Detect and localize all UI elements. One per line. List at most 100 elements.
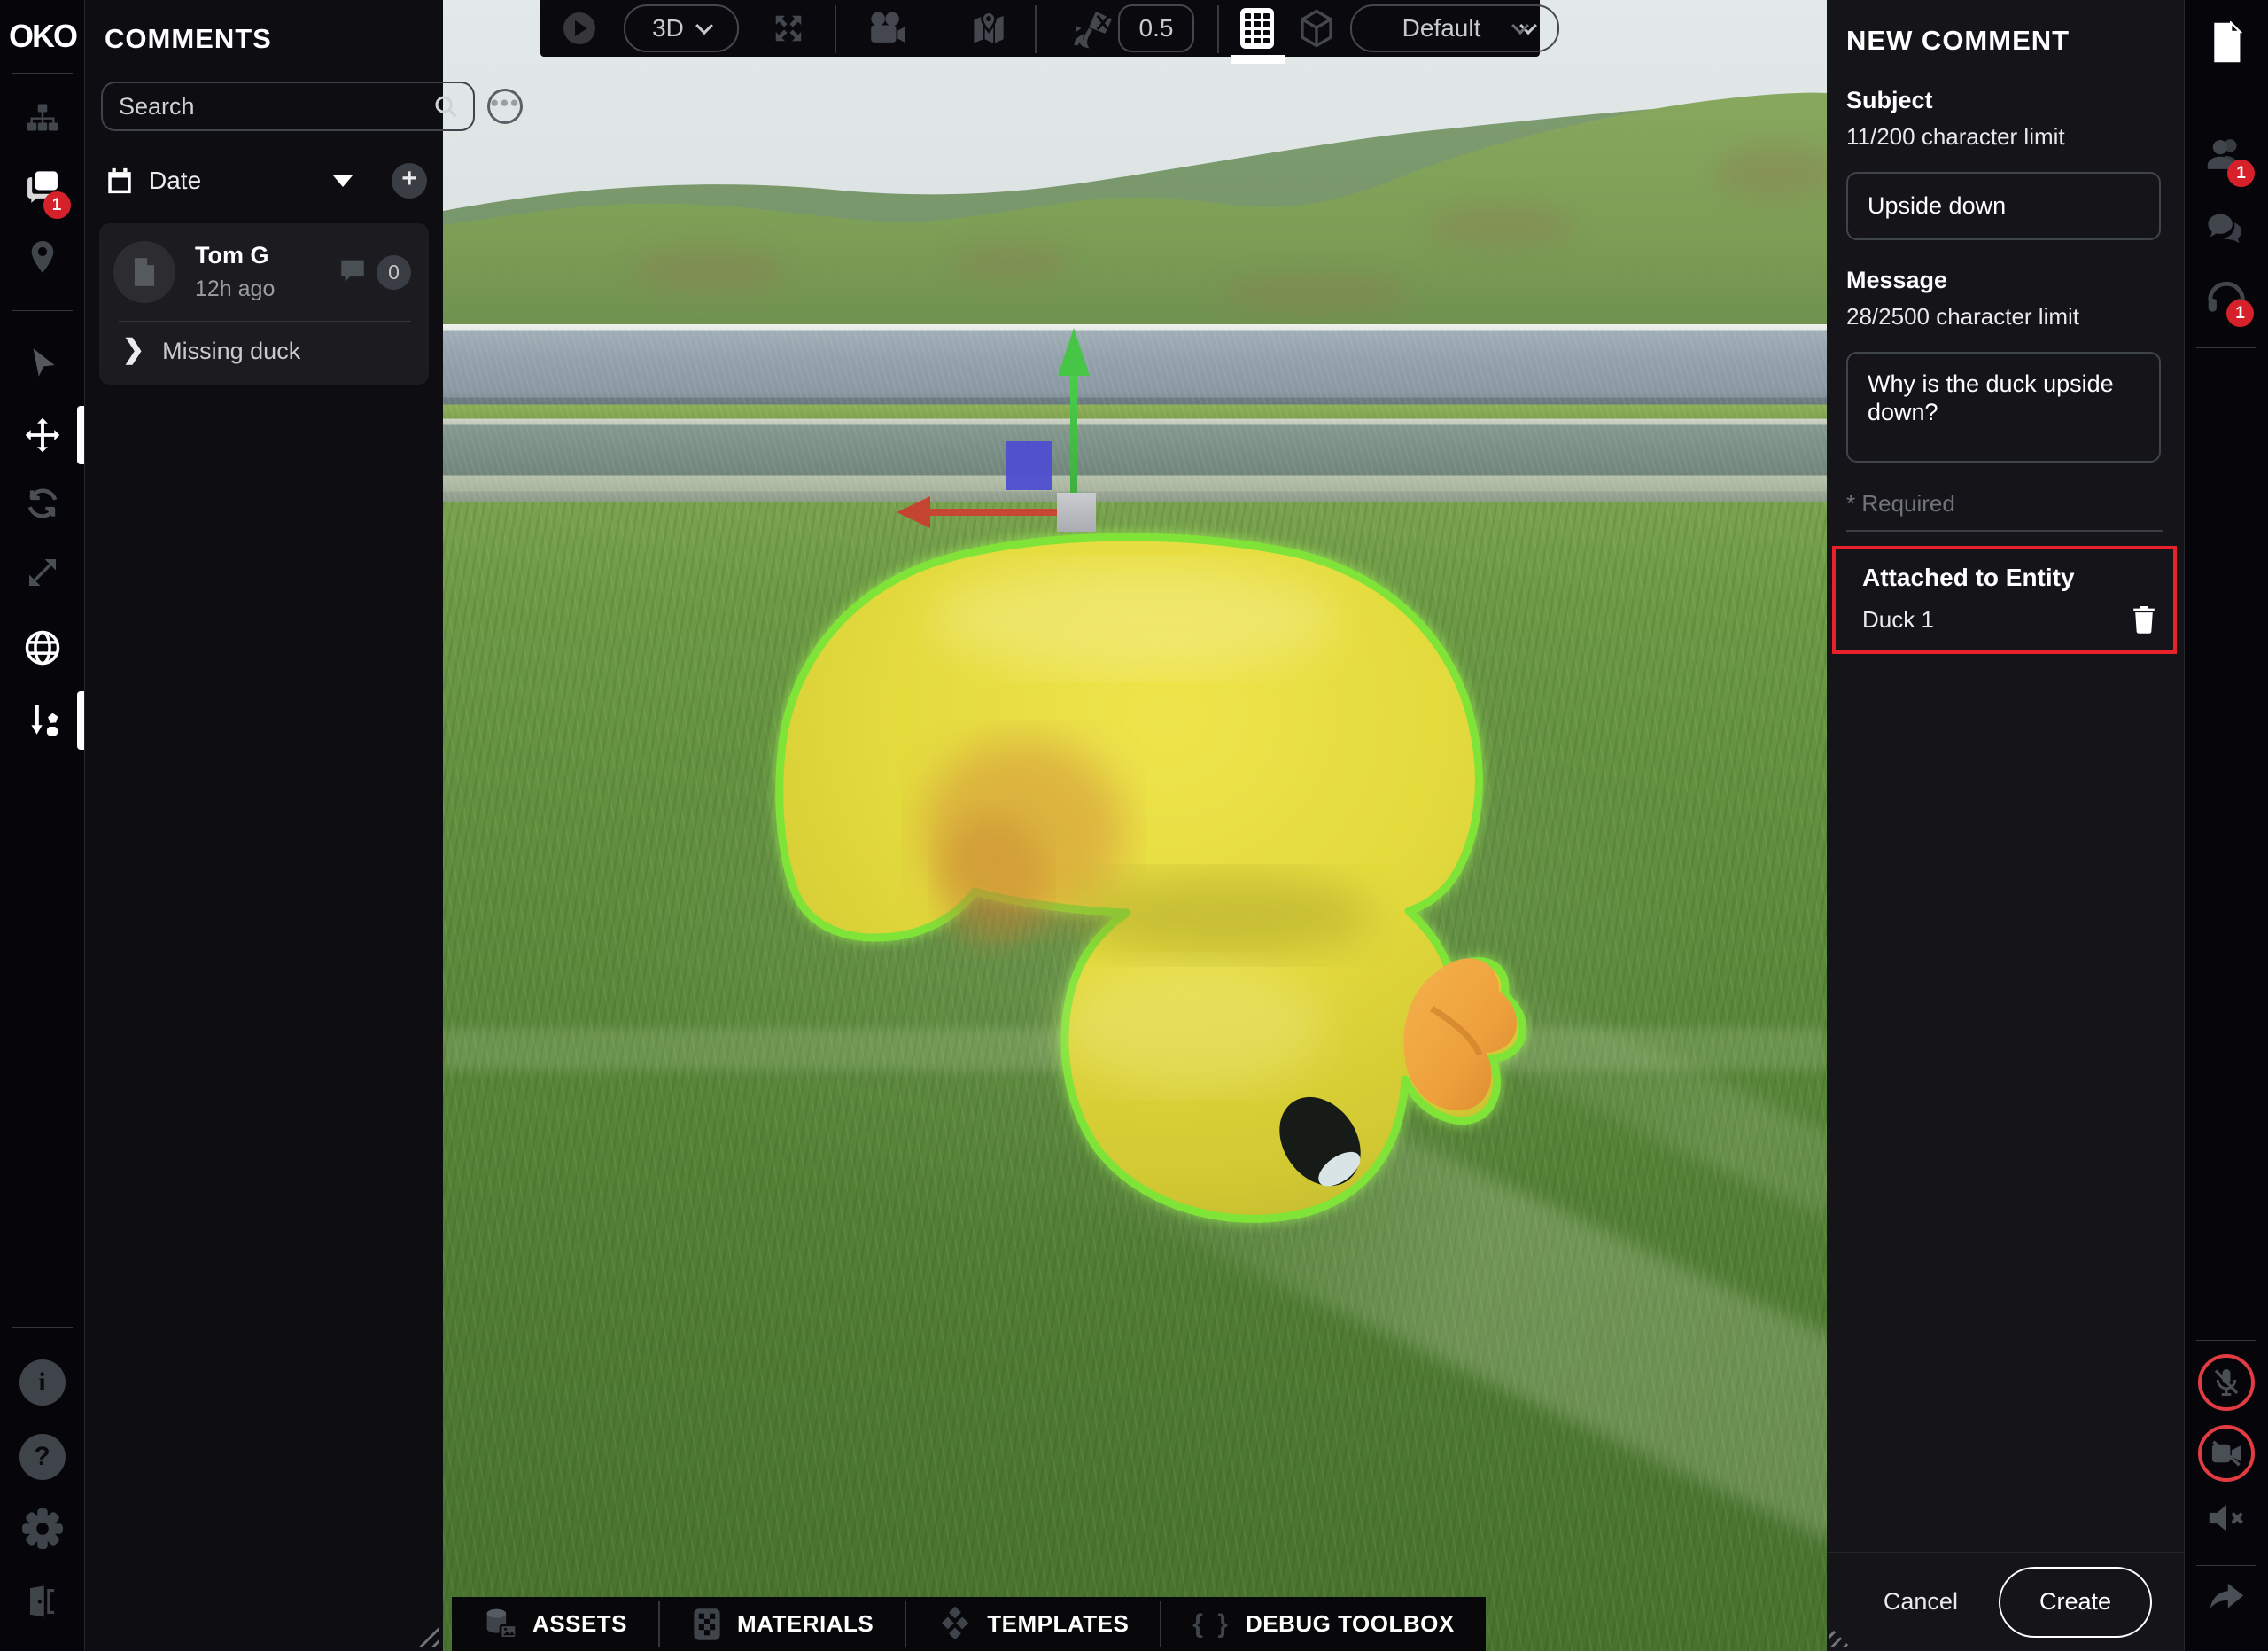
tab-label: ASSETS	[532, 1610, 627, 1638]
preset-value: Default	[1375, 14, 1508, 43]
chat-icon[interactable]	[2205, 209, 2248, 246]
document-panel-icon[interactable]	[2208, 21, 2245, 64]
tab-templates[interactable]: TEMPLATES	[906, 1597, 1160, 1651]
grid-active-indicator	[1231, 55, 1285, 64]
viewport-toolbar: 3D 0.5	[540, 0, 1540, 57]
subject-label: Subject	[1846, 87, 2160, 114]
new-comment-footer: Cancel Create	[1827, 1552, 2184, 1651]
trash-icon[interactable]	[2131, 604, 2157, 635]
snap-tool-icon[interactable]	[24, 702, 61, 739]
gizmo-center-handle[interactable]	[1057, 493, 1096, 532]
new-comment-panel: NEW COMMENT Subject 11/200 character lim…	[1827, 0, 2184, 1651]
divider	[1846, 530, 2163, 532]
avatar	[113, 241, 175, 303]
speaker-muted-icon[interactable]	[2206, 1499, 2247, 1537]
chevron-right-icon: ❯	[122, 337, 144, 363]
comments-panel-title: COMMENTS	[105, 23, 443, 55]
tab-assets[interactable]: ASSETS	[452, 1597, 658, 1651]
settings-gear-icon[interactable]	[22, 1508, 63, 1549]
left-toolbar: OKO 1	[0, 0, 85, 1651]
exit-door-icon[interactable]	[24, 1583, 61, 1620]
comments-badge: 1	[43, 191, 71, 219]
attached-entity-box: Attached to Entity Duck 1	[1832, 546, 2177, 654]
mic-muted-button[interactable]	[2198, 1354, 2255, 1411]
message-label: Message	[1846, 267, 2160, 294]
attached-entity-name: Duck 1	[1862, 606, 1934, 634]
reply-bubble-icon	[338, 255, 368, 290]
map-icon[interactable]	[966, 0, 1012, 57]
gizmo-z-handle[interactable]	[1006, 441, 1052, 490]
scale-tool-icon[interactable]	[25, 555, 60, 590]
comment-thread-card[interactable]: Tom G 12h ago 0 ❯ Missing duck	[99, 223, 429, 385]
divider	[2196, 1565, 2256, 1566]
search-input[interactable]	[119, 93, 432, 121]
rotate-tool-icon[interactable]	[24, 486, 61, 521]
comments-tool-icon[interactable]: 1	[22, 168, 63, 207]
kite-tool-icon[interactable]	[1068, 0, 1118, 57]
chevron-down-icon	[695, 17, 713, 35]
search-field[interactable]	[101, 82, 475, 131]
calendar-icon	[105, 166, 135, 196]
panel-resize-grip[interactable]	[418, 1626, 439, 1647]
divider	[12, 1327, 73, 1328]
fit-view-icon[interactable]	[769, 0, 808, 57]
assets-icon	[483, 1607, 518, 1642]
audio-badge: 1	[2226, 300, 2254, 327]
3d-viewport[interactable]: 3D 0.5	[443, 0, 1827, 1651]
active-tool-indicator	[77, 691, 84, 750]
help-icon[interactable]: ?	[19, 1434, 66, 1480]
canal-wall	[443, 324, 1827, 502]
gizmo-x-axis[interactable]	[913, 509, 1060, 516]
create-button[interactable]: Create	[1999, 1567, 2152, 1638]
gizmo-y-arrowhead[interactable]	[1058, 328, 1090, 376]
message-textarea[interactable]: Why is the duck upside down?	[1846, 352, 2161, 463]
headset-icon[interactable]: 1	[2205, 276, 2248, 317]
toolbar-expand-chevron[interactable]	[1504, 0, 1536, 57]
oko-logo[interactable]: OKO	[0, 18, 85, 55]
tab-debug-toolbox[interactable]: { } DEBUG TOOLBOX	[1161, 1597, 1485, 1651]
divider	[12, 73, 73, 74]
comment-author: Tom G	[195, 242, 338, 269]
gizmo-x-arrowhead[interactable]	[897, 496, 930, 528]
location-pin-icon[interactable]	[27, 239, 58, 275]
sort-by-date-row[interactable]: Date +	[105, 163, 427, 199]
tab-label: MATERIALS	[737, 1610, 874, 1638]
materials-icon	[691, 1607, 723, 1642]
sort-label: Date	[149, 167, 201, 195]
gizmo-y-axis[interactable]	[1070, 370, 1077, 496]
select-tool-icon[interactable]	[27, 346, 58, 379]
globe-icon[interactable]	[24, 629, 61, 666]
snap-increment-value: 0.5	[1139, 14, 1174, 43]
required-note: * Required	[1846, 490, 2160, 518]
tab-label: DEBUG TOOLBOX	[1246, 1610, 1455, 1638]
divider	[2196, 1340, 2256, 1341]
reply-count-badge: 0	[377, 255, 411, 290]
snap-increment-field[interactable]: 0.5	[1118, 0, 1194, 57]
cube-icon[interactable]	[1295, 0, 1338, 57]
subject-input[interactable]	[1846, 172, 2161, 240]
divider	[119, 321, 411, 322]
duck-entity[interactable]	[709, 512, 1533, 1239]
bottom-tab-bar: ASSETS MATERIALS TEMPLATES { } DEBUG TOO…	[452, 1597, 1486, 1651]
thread-title: Missing duck	[162, 338, 300, 365]
add-comment-button[interactable]: +	[392, 163, 427, 199]
new-comment-title: NEW COMMENT	[1846, 25, 2160, 57]
play-button[interactable]	[562, 0, 597, 57]
view-mode-dropdown[interactable]: 3D	[624, 0, 739, 57]
hierarchy-icon[interactable]	[26, 103, 59, 135]
view-mode-value: 3D	[652, 14, 684, 43]
templates-icon	[937, 1605, 973, 1644]
share-forward-icon[interactable]	[2207, 1581, 2246, 1616]
grid-snap-toggle[interactable]	[1239, 0, 1276, 57]
tab-materials[interactable]: MATERIALS	[660, 1597, 905, 1651]
info-icon[interactable]: i	[19, 1359, 66, 1406]
move-tool-icon[interactable]	[24, 417, 61, 454]
thread-expander[interactable]: ❯ Missing duck	[113, 338, 411, 370]
cancel-button[interactable]: Cancel	[1884, 1588, 1958, 1616]
camera-muted-button[interactable]	[2198, 1425, 2255, 1482]
chevron-down-icon[interactable]	[333, 175, 353, 187]
message-char-limit: 28/2500 character limit	[1846, 303, 2160, 331]
people-icon[interactable]: 1	[2204, 135, 2249, 175]
camera-icon[interactable]	[863, 0, 909, 57]
more-options-button[interactable]: ●●●	[487, 89, 523, 124]
